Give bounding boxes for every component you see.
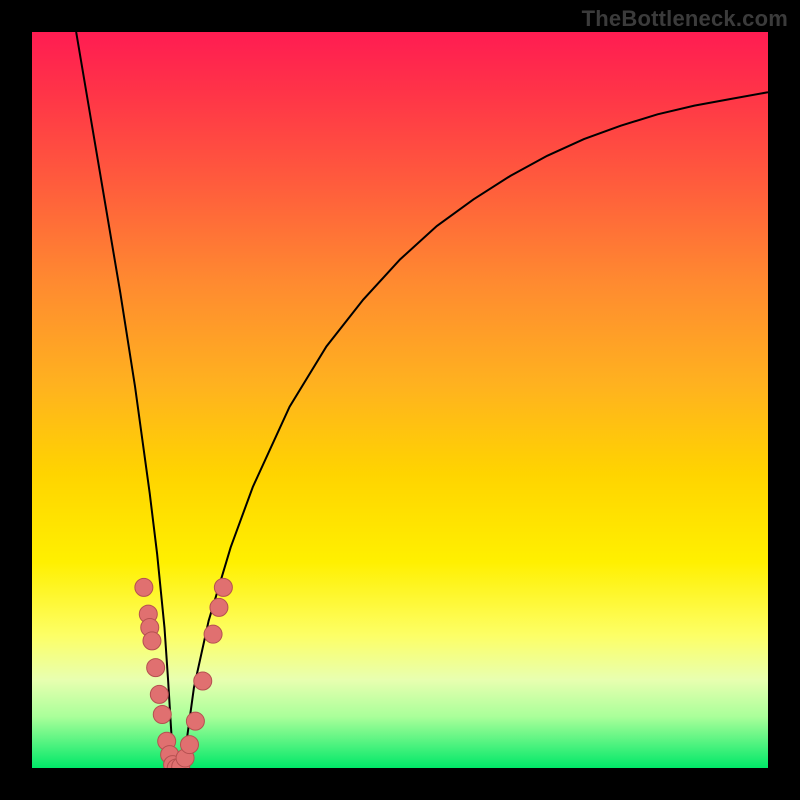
data-marker bbox=[194, 672, 212, 690]
data-marker bbox=[135, 578, 153, 596]
chart-frame: TheBottleneck.com bbox=[0, 0, 800, 800]
data-marker bbox=[210, 598, 228, 616]
plot-area bbox=[32, 32, 768, 768]
data-marker bbox=[204, 625, 222, 643]
data-marker bbox=[186, 712, 204, 730]
data-marker bbox=[143, 632, 161, 650]
chart-svg bbox=[32, 32, 768, 768]
data-marker bbox=[214, 578, 232, 596]
data-marker bbox=[147, 659, 165, 677]
watermark-text: TheBottleneck.com bbox=[582, 6, 788, 32]
data-marker bbox=[153, 705, 171, 723]
data-marker bbox=[181, 736, 199, 754]
data-marker bbox=[150, 685, 168, 703]
data-markers bbox=[135, 578, 232, 768]
bottleneck-curve bbox=[76, 32, 768, 768]
